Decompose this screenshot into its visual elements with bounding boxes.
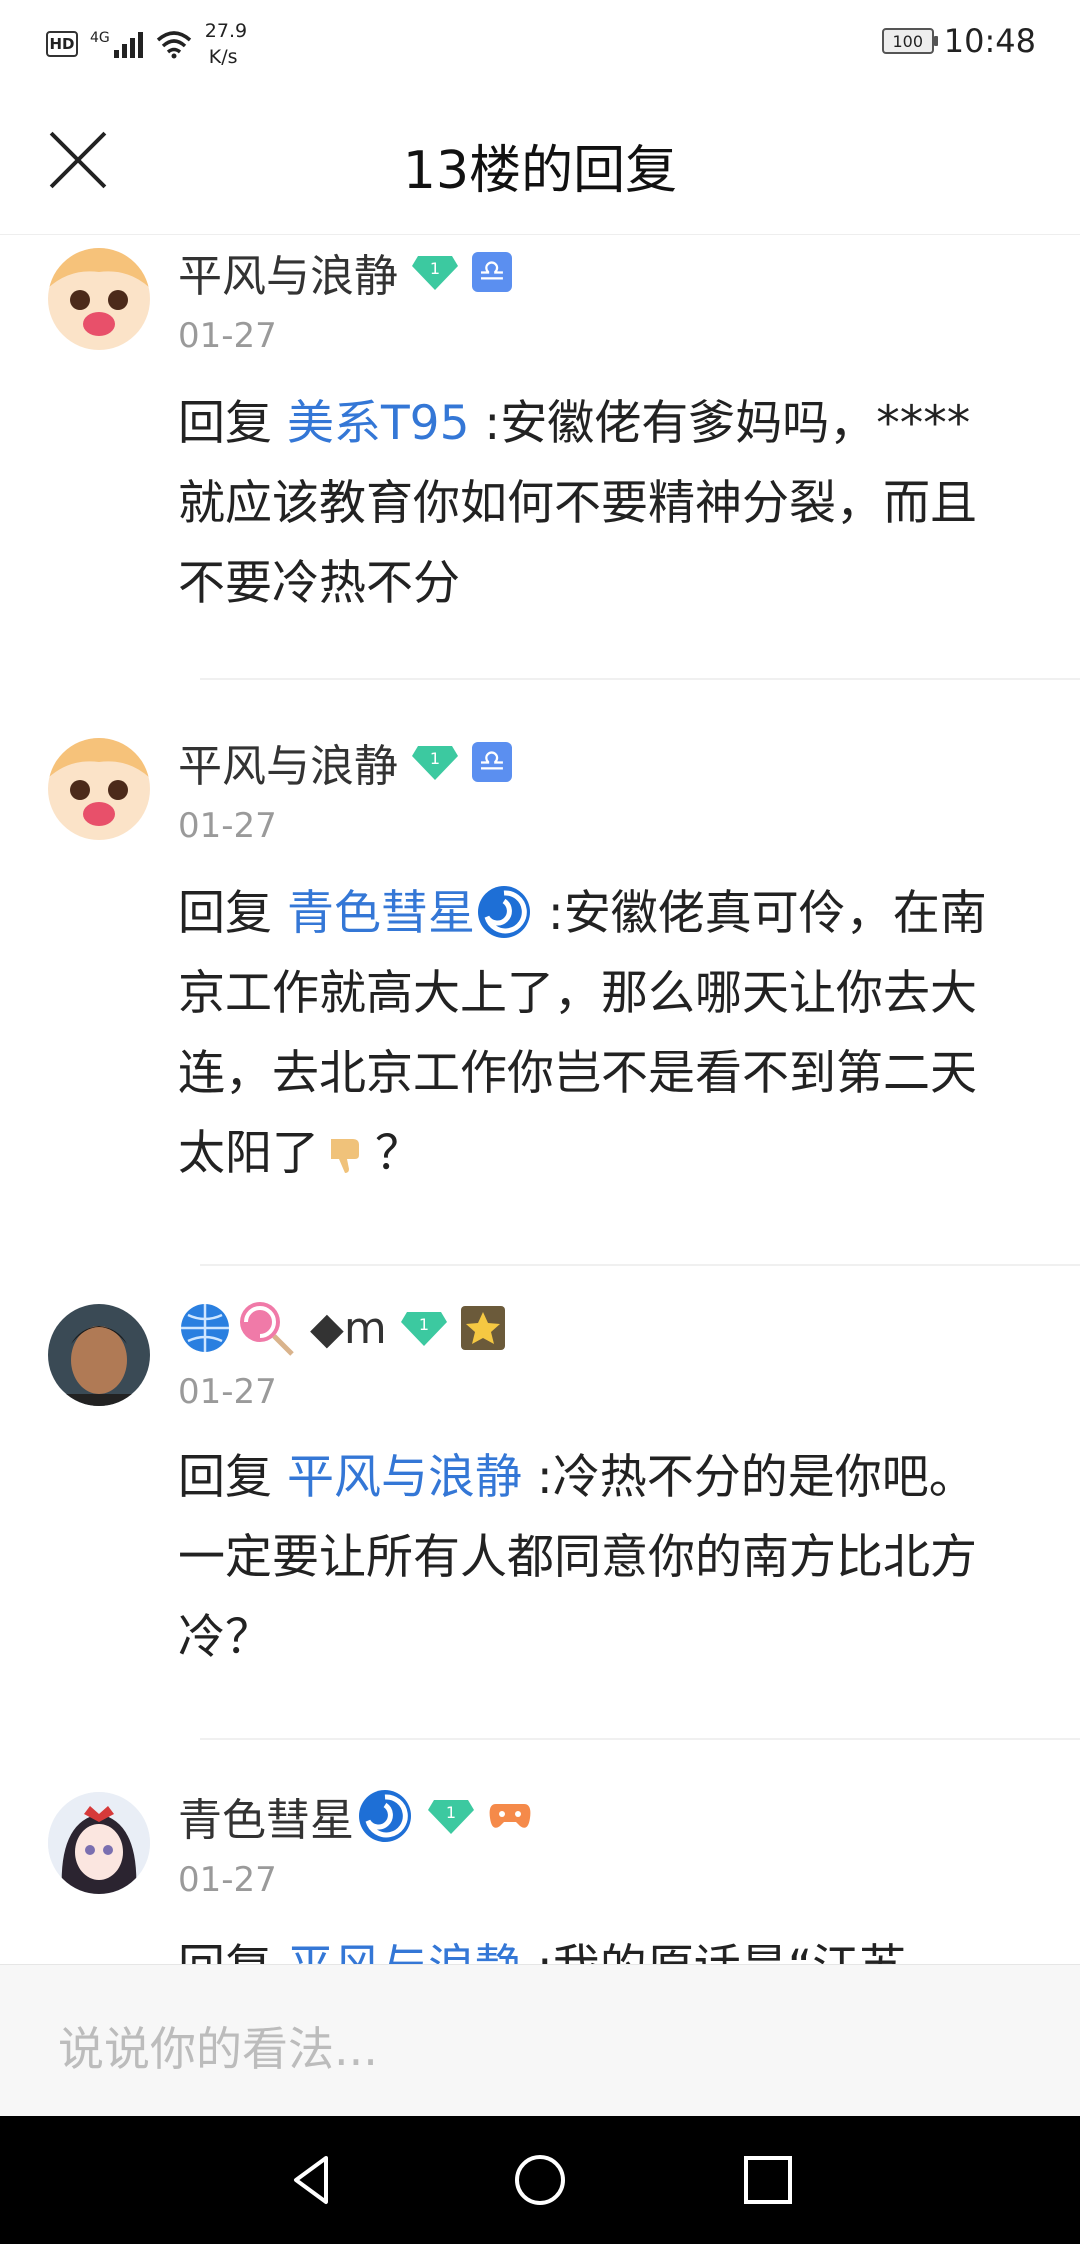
- battery-icon: 100: [881, 28, 938, 54]
- list-item: 平风与浪静 1 ♎ 01-27 回复 青色彗星 :安徽佬真可伶，在南京工作就高大…: [0, 724, 1080, 1284]
- level-gem-icon: 1: [428, 1800, 474, 1834]
- swirl-icon: [359, 1790, 411, 1842]
- avatar[interactable]: [48, 1792, 150, 1894]
- level-gem-icon: 1: [400, 1312, 447, 1346]
- hd-icon: HD: [46, 31, 78, 57]
- list-item: ◆m 1 01-27 回复 平风与浪静 :冷热不分的是你吧。一定要让所有人都同意…: [0, 1288, 1080, 1758]
- swirl-icon: [477, 886, 530, 938]
- anime-girl-avatar-icon: [48, 1792, 150, 1894]
- libra-icon: ♎: [472, 252, 512, 292]
- wifi-icon: [156, 31, 191, 59]
- anime-avatar-icon: [48, 248, 150, 350]
- reply-prefix: 回复: [178, 886, 287, 941]
- username[interactable]: 平风与浪静: [178, 240, 398, 304]
- medal-icon: [460, 1306, 505, 1350]
- speed-value: 27.9: [204, 20, 248, 42]
- home-icon[interactable]: [512, 2152, 568, 2208]
- reply-prefix: 回复: [178, 1940, 287, 1964]
- back-icon[interactable]: [284, 2152, 340, 2208]
- username-row: 平风与浪静 1 ♎: [178, 240, 512, 304]
- comment-input-bar[interactable]: 说说你的看法...: [0, 1964, 1080, 2117]
- svg-text:1: 1: [430, 749, 440, 768]
- username[interactable]: 平风与浪静: [178, 730, 398, 794]
- reply-content[interactable]: 回复 青色彗星 :安徽佬真可伶，在南京工作就高大上了，那么哪天让你去大连，去北京…: [178, 874, 1008, 1194]
- username-row: 青色彗星 1: [178, 1784, 532, 1848]
- level-gem-icon: 1: [412, 746, 458, 780]
- status-left: HD 4G 27.9 K/s: [46, 18, 247, 70]
- username-row: 平风与浪静 1 ♎: [178, 730, 512, 794]
- speed-unit: K/s: [208, 46, 238, 68]
- cellular-signal-icon: 4G: [90, 30, 143, 58]
- header: 13楼的回复: [0, 86, 1080, 235]
- mention-link[interactable]: 青色彗星: [287, 886, 475, 941]
- reply-content[interactable]: 回复 美系T95 :安徽佬有爹妈吗，****就应该教育你如何不要精神分裂，而且不…: [178, 384, 1008, 624]
- page-title: 13楼的回复: [402, 141, 678, 201]
- reply-prefix: 回复: [178, 1450, 287, 1505]
- svg-text:1: 1: [446, 1803, 456, 1822]
- divider: [200, 1264, 1080, 1266]
- reply-text: :我的原话是“江苏: [522, 1940, 906, 1964]
- username[interactable]: ◆m: [310, 1303, 387, 1354]
- svg-text:1: 1: [419, 1315, 429, 1334]
- status-right: 100 10:48: [881, 22, 1036, 60]
- divider: [200, 1738, 1080, 1740]
- reply-content[interactable]: 回复 平风与浪静 :我的原话是“江苏: [178, 1928, 1008, 1964]
- reply-date: 01-27: [178, 1860, 277, 1900]
- mention-link[interactable]: 美系T95: [287, 396, 470, 451]
- anime-avatar-icon: [48, 738, 150, 840]
- reply-list[interactable]: 平风与浪静 1 ♎ 01-27 回复 美系T95 :安徽佬有爹妈吗，****就应…: [0, 234, 1080, 1964]
- svg-text:1: 1: [430, 259, 440, 278]
- username-emoji: [178, 1298, 296, 1358]
- avatar[interactable]: [48, 738, 150, 840]
- mention-link[interactable]: 平风与浪静: [287, 1450, 522, 1505]
- reply-date: 01-27: [178, 316, 277, 356]
- clock: 10:48: [943, 22, 1036, 60]
- system-nav-bar: [0, 2116, 1080, 2244]
- level-gem-icon: 1: [412, 256, 458, 290]
- list-item: 青色彗星 1 01-27 回复 平风与浪静 :我的原话是“江苏: [0, 1778, 1080, 1964]
- avatar[interactable]: [48, 1304, 150, 1406]
- username-row: ◆m 1: [178, 1298, 505, 1358]
- reply-prefix: 回复: [178, 396, 287, 451]
- globe-icon: [181, 1304, 229, 1352]
- network-type: 4G: [90, 30, 110, 46]
- gamepad-icon: [489, 1804, 531, 1828]
- comment-input[interactable]: 说说你的看法...: [58, 2013, 378, 2079]
- divider: [200, 678, 1080, 680]
- recent-apps-icon[interactable]: [740, 2152, 796, 2208]
- thumbs-down-icon: [331, 1139, 359, 1173]
- reply-date: 01-27: [178, 1372, 277, 1412]
- avatar[interactable]: [48, 248, 150, 350]
- status-bar: HD 4G 27.9 K/s 100 10:48: [0, 0, 1080, 86]
- reply-suffix: ？: [375, 1126, 422, 1181]
- lollipop-icon: [240, 1302, 294, 1356]
- reply-content[interactable]: 回复 平风与浪静 :冷热不分的是你吧。一定要让所有人都同意你的南方比北方冷？: [178, 1438, 1008, 1678]
- libra-icon: ♎: [472, 742, 512, 782]
- list-item: 平风与浪静 1 ♎ 01-27 回复 美系T95 :安徽佬有爹妈吗，****就应…: [0, 234, 1080, 704]
- reply-date: 01-27: [178, 806, 277, 846]
- network-speed: 27.9 K/s: [205, 18, 247, 70]
- mention-link[interactable]: 平风与浪静: [287, 1940, 522, 1964]
- photo-avatar-icon: [48, 1304, 150, 1406]
- username[interactable]: 青色彗星: [178, 1784, 354, 1848]
